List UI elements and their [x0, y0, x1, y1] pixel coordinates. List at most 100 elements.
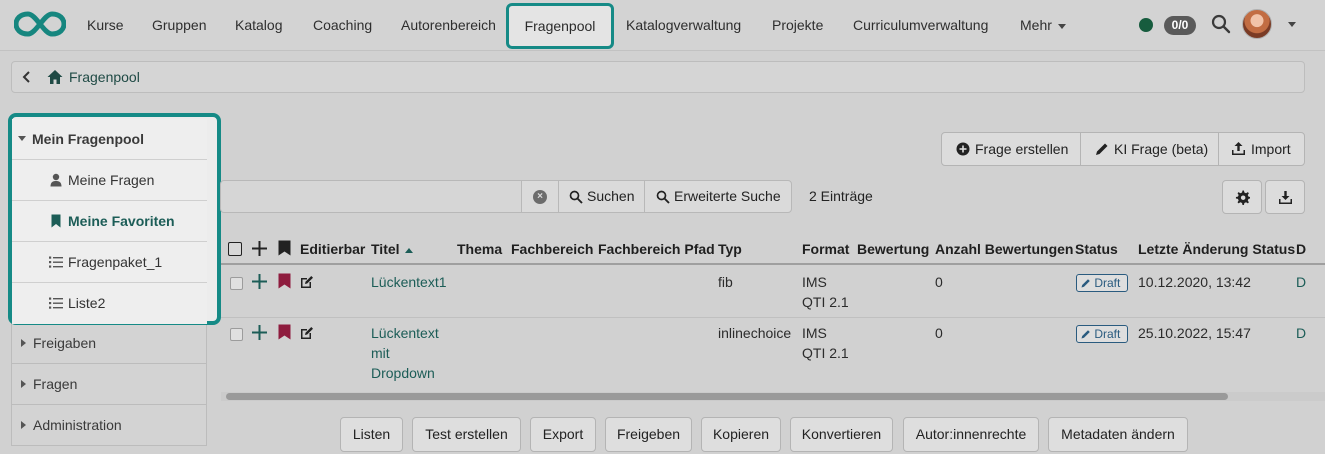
- pencil-icon: [1081, 330, 1090, 339]
- column-header-rating-count[interactable]: Anzahl Bewertungen: [935, 241, 1073, 257]
- sidebar-item-meine-favoriten[interactable]: Meine Favoriten: [12, 201, 207, 242]
- nav-kurse[interactable]: Kurse: [87, 0, 124, 50]
- column-header-rating[interactable]: Bewertung: [857, 241, 929, 257]
- column-header-title[interactable]: Titel: [371, 241, 413, 257]
- caret-down-icon: [18, 136, 26, 141]
- sidebar-section-label: Administration: [33, 417, 122, 433]
- select-all-checkbox[interactable]: [228, 242, 242, 256]
- edit-icon[interactable]: [300, 275, 314, 289]
- edit-icon[interactable]: [300, 326, 314, 340]
- share-button[interactable]: Freigeben: [605, 417, 692, 452]
- table-settings-button[interactable]: [1222, 180, 1262, 214]
- question-title-line: Lückentext: [371, 325, 439, 341]
- column-header-editable[interactable]: Editierbar: [300, 241, 365, 257]
- column-header-format[interactable]: Format: [802, 241, 849, 257]
- column-header-type[interactable]: Typ: [718, 241, 742, 257]
- clear-search-icon[interactable]: ×: [533, 190, 547, 204]
- nav-katalog[interactable]: Katalog: [235, 0, 282, 50]
- column-header-last-change[interactable]: Letzte Änderung Status: [1138, 241, 1295, 257]
- column-header-topic[interactable]: Thema: [457, 241, 502, 257]
- question-format-line2: QTI 2.1: [802, 345, 849, 361]
- sidebar-section-label: Freigaben: [33, 335, 97, 351]
- list-icon: [49, 256, 63, 268]
- import-label: Import: [1251, 141, 1291, 157]
- pencil-icon: [1096, 143, 1108, 155]
- sort-ascending-icon: [404, 247, 413, 253]
- home-icon[interactable]: [46, 68, 64, 86]
- nav-gruppen[interactable]: Gruppen: [152, 0, 206, 50]
- sidebar-item-label: Liste2: [68, 295, 106, 311]
- plus-icon[interactable]: [252, 274, 267, 289]
- nav-curriculumverwaltung[interactable]: Curriculumverwaltung: [853, 0, 988, 50]
- search-input[interactable]: [220, 180, 522, 213]
- bookmark-icon[interactable]: [278, 324, 291, 340]
- sidebar-section-freigaben[interactable]: Freigaben: [11, 323, 207, 364]
- user-icon: [50, 173, 62, 187]
- search-button[interactable]: Suchen: [569, 188, 669, 207]
- back-icon[interactable]: [21, 69, 33, 85]
- nav-coaching[interactable]: Coaching: [313, 0, 372, 50]
- column-header-subject[interactable]: Fachbereich: [511, 241, 593, 257]
- create-test-button[interactable]: Test erstellen: [412, 417, 521, 452]
- column-header-subject-path[interactable]: Fachbereich Pfad: [598, 241, 715, 257]
- caret-right-icon: [21, 421, 26, 429]
- search-icon: [569, 190, 583, 204]
- sidebar-section-mein-fragenpool[interactable]: Mein Fragenpool: [12, 119, 207, 160]
- import-button[interactable]: Import: [1219, 133, 1305, 165]
- question-title-link[interactable]: Lückentext mit Dropdown: [371, 323, 439, 383]
- question-type: inlinechoice: [718, 325, 792, 341]
- sidebar-item-fragenpaket-1[interactable]: Fragenpaket_1: [12, 242, 207, 283]
- question-format-line2: QTI 2.1: [802, 294, 849, 310]
- lists-button[interactable]: Listen: [340, 417, 403, 452]
- logo-icon[interactable]: [14, 10, 66, 38]
- question-title-link[interactable]: Lückentext1: [371, 272, 447, 292]
- bookmark-icon[interactable]: [278, 273, 291, 289]
- advanced-search-button[interactable]: Erweiterte Suche: [656, 188, 786, 207]
- create-question-button[interactable]: Frage erstellen: [942, 133, 1079, 165]
- nav-fragenpool[interactable]: Fragenpool: [506, 3, 614, 49]
- download-button[interactable]: [1265, 180, 1305, 214]
- change-metadata-button[interactable]: Metadaten ändern: [1048, 417, 1188, 452]
- sidebar-section-label: Mein Fragenpool: [32, 131, 144, 147]
- scrollbar-thumb[interactable]: [226, 393, 1228, 400]
- chevron-down-icon[interactable]: [1288, 22, 1296, 27]
- advanced-search-label: Erweiterte Suche: [674, 188, 781, 204]
- search-icon: [656, 190, 670, 204]
- sidebar-item-liste2[interactable]: Liste2: [12, 283, 207, 324]
- counter-badge[interactable]: 0/0: [1164, 16, 1196, 35]
- convert-button[interactable]: Konvertieren: [790, 417, 893, 452]
- upload-icon: [1232, 142, 1245, 155]
- overflow-cell-link[interactable]: D: [1296, 323, 1306, 343]
- create-question-label: Frage erstellen: [975, 141, 1069, 157]
- nav-projekte[interactable]: Projekte: [772, 0, 823, 50]
- gear-icon: [1235, 190, 1250, 205]
- author-rights-button[interactable]: Autor:innenrechte: [903, 417, 1039, 452]
- row-checkbox[interactable]: [230, 277, 243, 290]
- question-format-line1: IMS: [802, 325, 827, 341]
- last-change-date: 25.10.2022, 15:47: [1138, 325, 1251, 341]
- sidebar-section-administration[interactable]: Administration: [11, 405, 207, 446]
- plus-icon[interactable]: [252, 241, 267, 256]
- breadcrumb: Fragenpool: [11, 61, 1305, 93]
- nav-autorenbereich[interactable]: Autorenbereich: [401, 0, 496, 50]
- plus-icon[interactable]: [252, 325, 267, 340]
- row-checkbox[interactable]: [230, 328, 243, 341]
- entries-count: 2 Einträge: [809, 188, 873, 204]
- copy-button[interactable]: Kopieren: [701, 417, 781, 452]
- bookmark-icon[interactable]: [278, 240, 291, 256]
- search-button-label: Suchen: [587, 188, 635, 204]
- sidebar-item-meine-fragen[interactable]: Meine Fragen: [12, 160, 207, 201]
- column-header-status[interactable]: Status: [1075, 241, 1118, 257]
- sidebar-section-fragen[interactable]: Fragen: [11, 364, 207, 405]
- ai-question-button[interactable]: KI Frage (beta): [1081, 133, 1218, 165]
- nav-mehr[interactable]: Mehr: [1020, 0, 1066, 50]
- nav-katalogverwaltung[interactable]: Katalogverwaltung: [626, 0, 741, 50]
- avatar[interactable]: [1242, 9, 1272, 39]
- online-status-dot[interactable]: [1139, 18, 1153, 32]
- question-type: fib: [718, 274, 733, 290]
- export-button[interactable]: Export: [530, 417, 596, 452]
- search-icon[interactable]: [1210, 13, 1232, 35]
- breadcrumb-current[interactable]: Fragenpool: [69, 69, 140, 85]
- column-header-more[interactable]: D: [1296, 241, 1306, 257]
- overflow-cell-link[interactable]: D: [1296, 272, 1306, 292]
